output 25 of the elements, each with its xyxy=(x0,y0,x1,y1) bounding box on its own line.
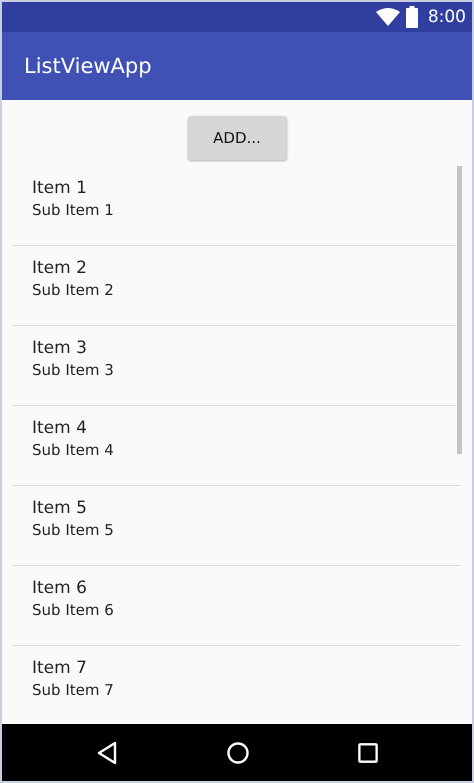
item-subtitle: Sub Item 2 xyxy=(32,280,115,300)
item-title: Item 5 xyxy=(32,497,88,520)
item-subtitle: Sub Item 3 xyxy=(32,360,115,380)
scrollbar[interactable] xyxy=(457,166,462,454)
item-title: Item 2 xyxy=(32,257,88,280)
wifi-icon xyxy=(376,8,400,26)
status-time: 8:00 xyxy=(428,7,466,27)
item-title: Item 1 xyxy=(32,177,88,200)
home-icon[interactable] xyxy=(226,740,250,764)
item-title: Item 4 xyxy=(32,417,88,440)
list-item[interactable]: Item 5 Sub Item 5 xyxy=(12,486,461,566)
list-item[interactable]: Item 6 Sub Item 6 xyxy=(12,566,461,646)
item-title: Item 3 xyxy=(32,337,88,360)
item-subtitle: Sub Item 7 xyxy=(32,680,115,700)
item-subtitle: Sub Item 4 xyxy=(32,440,115,460)
item-title: Item 7 xyxy=(32,657,88,680)
item-subtitle: Sub Item 6 xyxy=(32,600,115,620)
app-title: ListViewApp xyxy=(24,54,152,78)
item-title: Item 6 xyxy=(32,577,88,600)
back-icon[interactable] xyxy=(96,740,118,764)
battery-icon xyxy=(406,6,418,28)
item-subtitle: Sub Item 1 xyxy=(32,200,115,220)
recents-icon[interactable] xyxy=(358,742,378,762)
item-subtitle: Sub Item 5 xyxy=(32,520,115,540)
add-button[interactable]: ADD... xyxy=(188,116,286,160)
